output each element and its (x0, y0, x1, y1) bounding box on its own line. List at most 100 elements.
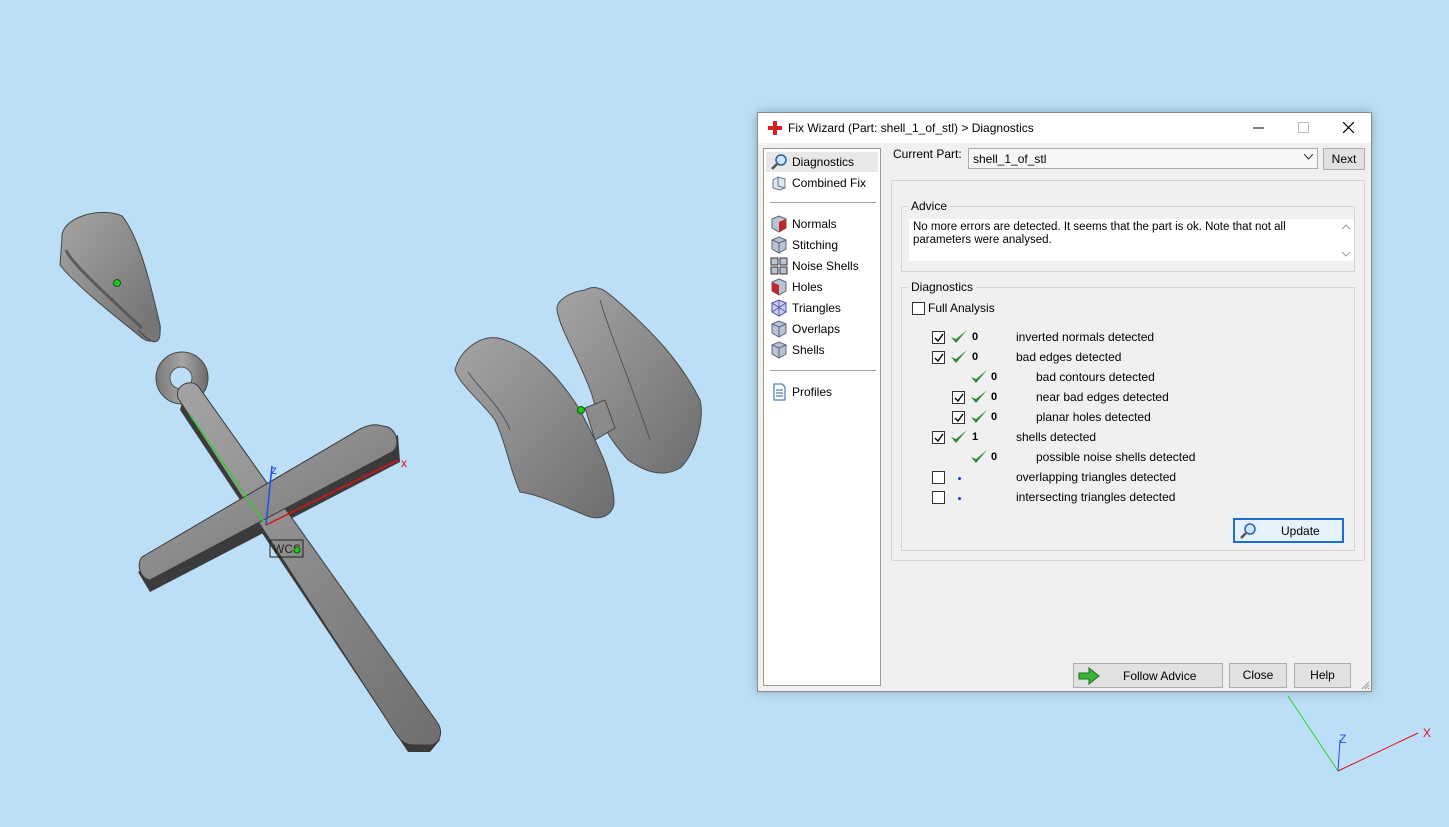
near-bad-edges-checkbox[interactable] (952, 391, 965, 404)
normals-icon (771, 215, 787, 233)
advice-text: No more errors are detected. It seems th… (913, 221, 1286, 246)
nav-item-holes[interactable]: Holes (766, 277, 878, 297)
nav-separator (770, 370, 876, 371)
diag-label: intersecting triangles detected (1016, 490, 1176, 504)
diag-count: 0 (991, 391, 998, 403)
bail-part[interactable] (59, 212, 161, 343)
cross-part[interactable]: x z WCS (138, 382, 441, 752)
scroll-up-icon[interactable] (1341, 222, 1351, 232)
overlaps-icon (771, 320, 787, 338)
window-title: Fix Wizard (Part: shell_1_of_stl) > Diag… (788, 121, 1034, 135)
overlapping-triangles-checkbox[interactable] (932, 471, 945, 484)
update-button[interactable]: Update (1233, 518, 1344, 543)
fix-wizard-dialog: Fix Wizard (Part: shell_1_of_stl) > Diag… (757, 112, 1372, 692)
wizard-nav-panel: Diagnostics Combined Fix Normals Stitchi… (763, 148, 881, 686)
update-label: Update (1281, 524, 1320, 538)
bad-edges-checkbox[interactable] (932, 351, 945, 364)
nav-item-noise-shells[interactable]: Noise Shells (766, 256, 878, 276)
diag-label: bad contours detected (1036, 370, 1155, 384)
diagnostics-panel: Advice No more errors are detected. It s… (891, 180, 1365, 561)
shells-part[interactable] (454, 287, 702, 519)
diag-label: overlapping triangles detected (1016, 470, 1177, 484)
full-analysis-label: Full Analysis (928, 301, 995, 315)
minimize-button[interactable] (1236, 113, 1281, 143)
nav-item-triangles[interactable]: Triangles (766, 298, 878, 318)
diag-count: 0 (991, 411, 998, 423)
nav-label: Holes (792, 280, 823, 294)
nav-label: Combined Fix (792, 176, 867, 190)
green-arrow-icon (1078, 667, 1100, 685)
advice-textbox[interactable]: No more errors are detected. It seems th… (909, 219, 1354, 261)
diag-label: shells detected (1016, 430, 1097, 444)
nav-label: Overlaps (792, 322, 841, 336)
diagnostics-group: Diagnostics Full Analysis 0 inverted nor… (901, 280, 1355, 551)
close-icon (1343, 122, 1354, 133)
scroll-down-icon[interactable] (1341, 249, 1351, 259)
current-part-label: Current Part: (893, 147, 962, 161)
diag-count: 0 (991, 371, 998, 383)
ok-check-icon (951, 330, 967, 343)
diag-label: bad edges detected (1016, 350, 1122, 364)
stitching-icon (771, 236, 787, 254)
diag-count: 0 (972, 331, 979, 343)
combined-fix-icon (772, 176, 786, 191)
maximize-button[interactable] (1281, 113, 1326, 143)
nav-item-combined-fix[interactable]: Combined Fix (766, 173, 878, 193)
pending-dot-icon (958, 477, 961, 480)
checkmark-icon (934, 433, 944, 443)
planar-holes-checkbox[interactable] (952, 411, 965, 424)
next-button[interactable]: Next (1323, 148, 1365, 170)
profiles-icon (773, 383, 786, 401)
noise-shells-icon (770, 257, 788, 275)
nav-label: Shells (792, 343, 825, 357)
shells-checkbox[interactable] (932, 431, 945, 444)
holes-icon (771, 278, 787, 296)
full-analysis-checkbox[interactable] (912, 302, 925, 315)
nav-item-overlaps[interactable]: Overlaps (766, 319, 878, 339)
nav-label: Diagnostics (792, 155, 855, 169)
current-part-value: shell_1_of_stl (973, 152, 1047, 166)
nav-label: Profiles (792, 385, 833, 399)
z-axis-label: z (271, 463, 277, 477)
close-button[interactable]: Close (1229, 663, 1287, 688)
checkmark-icon (934, 333, 944, 343)
diag-count: 0 (991, 451, 998, 463)
help-button[interactable]: Help (1294, 663, 1351, 688)
diag-label: inverted normals detected (1016, 330, 1155, 344)
checkmark-icon (934, 353, 944, 363)
shells-pivot-marker (577, 406, 585, 414)
magnifier-icon (1240, 523, 1256, 539)
diagnostics-title: Diagnostics (908, 280, 977, 294)
ok-check-icon (951, 430, 967, 443)
nav-item-shells[interactable]: Shells (766, 340, 878, 360)
title-bar[interactable]: Fix Wizard (Part: shell_1_of_stl) > Diag… (758, 113, 1371, 143)
maximize-icon (1298, 122, 1309, 133)
red-cross-icon (768, 121, 782, 135)
checkmark-icon (954, 413, 964, 423)
nav-label: Normals (792, 217, 837, 231)
nav-separator (770, 202, 876, 203)
inverted-normals-checkbox[interactable] (932, 331, 945, 344)
nav-label: Triangles (792, 301, 841, 315)
ok-check-icon (971, 450, 987, 463)
resize-grip-icon[interactable] (1360, 680, 1370, 690)
world-z-label: Z (1339, 732, 1346, 746)
advice-title: Advice (908, 199, 951, 213)
intersecting-triangles-checkbox[interactable] (932, 491, 945, 504)
world-x-label: X (1423, 726, 1431, 740)
nav-item-diagnostics[interactable]: Diagnostics (766, 152, 878, 172)
minimize-icon (1253, 127, 1264, 129)
chevron-down-icon (1304, 154, 1313, 160)
ok-check-icon (951, 350, 967, 363)
nav-label: Noise Shells (792, 259, 859, 273)
checkmark-icon (954, 393, 964, 403)
ok-check-icon (971, 370, 987, 383)
nav-item-stitching[interactable]: Stitching (766, 235, 878, 255)
follow-advice-button[interactable]: Follow Advice (1073, 663, 1223, 688)
nav-item-profiles[interactable]: Profiles (766, 382, 878, 402)
nav-item-normals[interactable]: Normals (766, 214, 878, 234)
close-window-button[interactable] (1326, 113, 1371, 143)
current-part-select[interactable]: shell_1_of_stl (968, 148, 1318, 169)
shells-icon (771, 341, 787, 359)
world-axis-triad: X Z (1287, 695, 1431, 772)
